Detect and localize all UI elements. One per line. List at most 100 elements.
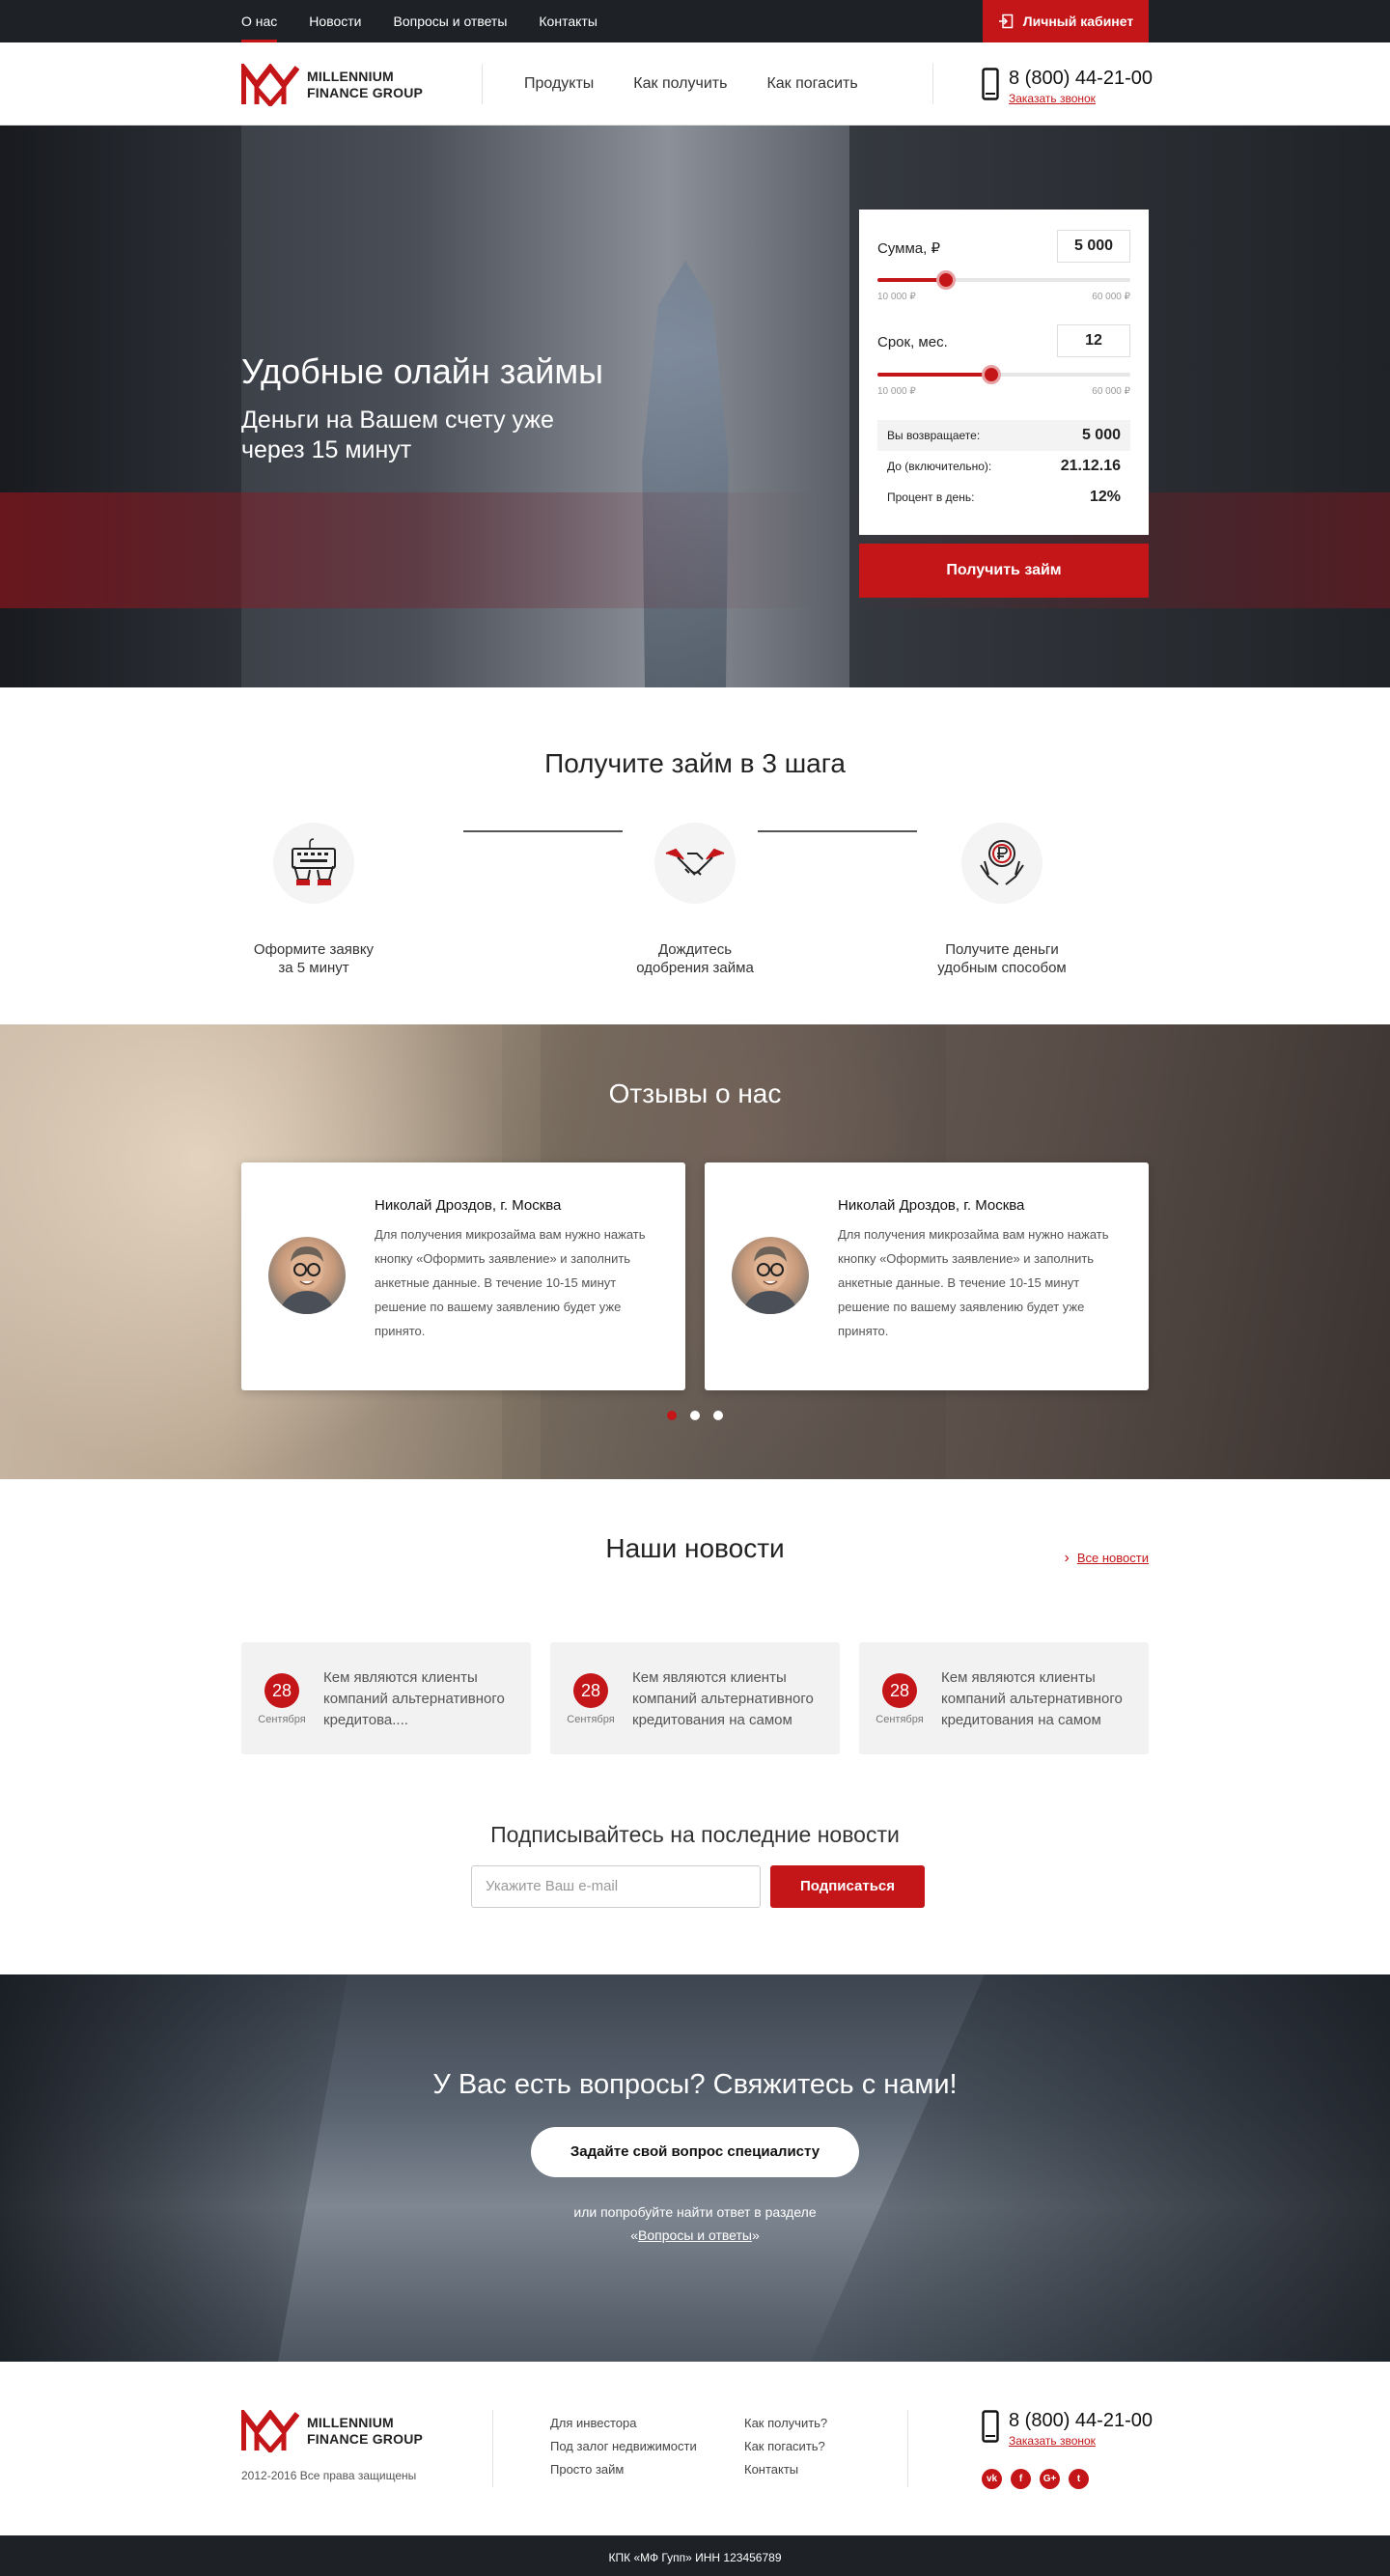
personal-cabinet-button[interactable]: Личный кабинет: [983, 0, 1149, 42]
logo-line2: FINANCE GROUP: [307, 2431, 424, 2447]
amount-input[interactable]: 5 000: [1057, 230, 1130, 263]
rate-label: Процент в день:: [887, 490, 975, 504]
contact-bg-building: [0, 1974, 348, 2362]
quote-open: «: [630, 2227, 639, 2243]
step-receive-text: Получите деньги удобным способом: [905, 940, 1098, 977]
review-text: Для получения микрозайма вам нужно нажат…: [375, 1227, 646, 1338]
social-links: vk f G+ t: [982, 2469, 1089, 2489]
step-receive-line2: удобным способом: [937, 960, 1067, 976]
handshake-icon: [654, 823, 736, 904]
email-input[interactable]: Укажите Ваш e-mail: [471, 1865, 761, 1908]
summary-return: Вы возвращаете: 5 000: [877, 420, 1130, 451]
carousel-dot-1[interactable]: [667, 1411, 677, 1420]
news-card[interactable]: 28 Сентября Кем являются клиенты компани…: [859, 1642, 1149, 1754]
copyright: 2012-2016 Все права защищены: [241, 2469, 417, 2482]
header-phone: 8 (800) 44-21-00 Заказать звонок: [982, 68, 1153, 105]
all-news-link[interactable]: Все новости: [1065, 1550, 1149, 1567]
top-nav-contacts[interactable]: Контакты: [539, 0, 597, 42]
news-card[interactable]: 28 Сентября Кем являются клиенты компани…: [241, 1642, 531, 1754]
footer-link[interactable]: Как погасить?: [744, 2435, 827, 2458]
divider: [482, 64, 483, 104]
logo-mark-icon: [241, 64, 299, 106]
top-nav-faq[interactable]: Вопросы и ответы: [394, 0, 508, 42]
review-text: Для получения микрозайма вам нужно нажат…: [838, 1227, 1109, 1338]
subscribe-button[interactable]: Подписаться: [770, 1865, 925, 1908]
phone-number[interactable]: 8 (800) 44-21-00: [1009, 68, 1153, 90]
step-approval-text: Дождитесь одобрения займа: [598, 940, 792, 977]
review-author: Николай Дроздов, г. Москва: [375, 1197, 562, 1214]
hero-subtitle: Деньги на Вашем счету уже через 15 минут: [241, 406, 554, 463]
footer-links-col1: Для инвестора Под залог недвижимости Про…: [550, 2412, 697, 2481]
facebook-icon[interactable]: f: [1011, 2469, 1031, 2489]
top-nav-news[interactable]: Новости: [309, 0, 361, 42]
step-apply: Оформите заявку за 5 минут: [217, 823, 410, 977]
top-nav-about[interactable]: О нас: [241, 0, 278, 42]
return-label: Вы возвращаете:: [887, 429, 981, 442]
carousel-dot-3[interactable]: [713, 1411, 723, 1420]
loan-summary: Вы возвращаете: 5 000 До (включительно): 2…: [877, 420, 1130, 513]
term-slider[interactable]: [877, 365, 1130, 384]
news-date-day: 28: [264, 1673, 299, 1708]
review-author: Николай Дроздов, г. Москва: [838, 1197, 1025, 1214]
divider: [932, 64, 933, 104]
phone-icon: [982, 68, 999, 100]
money-hands-icon: [961, 823, 1042, 904]
news-date-day: 28: [573, 1673, 608, 1708]
keyboard-icon: [273, 823, 354, 904]
amount-slider-handle[interactable]: [935, 270, 956, 290]
until-value: 21.12.16: [1060, 458, 1121, 474]
footer-link[interactable]: Контакты: [744, 2458, 827, 2481]
term-range: 10 000 ₽ 60 000 ₽: [877, 386, 1130, 397]
bottom-bar: КПК «МФ Гупп» ИНН 123456789: [0, 2535, 1390, 2576]
nav-products[interactable]: Продукты: [524, 75, 594, 93]
term-slider-fill: [877, 373, 991, 377]
summary-rate: Процент в день: 12%: [877, 482, 1130, 513]
personal-cabinet-label: Личный кабинет: [1022, 14, 1134, 29]
ask-question-button[interactable]: Задайте свой вопрос специалисту: [531, 2127, 859, 2177]
step-apply-text: Оформите заявку за 5 минут: [217, 940, 410, 977]
footer-link[interactable]: Просто займ: [550, 2458, 697, 2481]
contact-title: У Вас есть вопросы? Свяжитесь с нами!: [432, 2069, 958, 2100]
step-receive: Получите деньги удобным способом: [905, 823, 1098, 977]
faq-link[interactable]: Вопросы и ответы: [638, 2227, 752, 2243]
logo-line1: MILLENNIUM: [307, 69, 394, 84]
callback-link[interactable]: Заказать звонок: [1009, 92, 1096, 105]
vk-icon[interactable]: vk: [982, 2469, 1002, 2489]
term-slider-handle[interactable]: [981, 365, 1001, 384]
footer-phone: 8 (800) 44-21-00 Заказать звонок: [982, 2410, 1153, 2448]
get-loan-button[interactable]: Получить займ: [859, 544, 1149, 598]
footer-link[interactable]: Под залог недвижимости: [550, 2435, 697, 2458]
nav-how-to-get[interactable]: Как получить: [633, 75, 727, 93]
step-approval: Дождитесь одобрения займа: [598, 823, 792, 977]
footer-link[interactable]: Как получить?: [744, 2412, 827, 2435]
summary-until: До (включительно): 21.12.16: [877, 451, 1130, 482]
company-info: КПК «МФ Гупп» ИНН 123456789: [608, 2551, 782, 2564]
news-text: Кем являются клиенты компаний альтернати…: [632, 1669, 814, 1728]
logo-line2: FINANCE GROUP: [307, 85, 424, 100]
hero-title: Удобные олайн займы: [241, 351, 603, 391]
footer-link[interactable]: Для инвестора: [550, 2412, 697, 2435]
news-section: Наши новости Все новости 28 Сентября Кем…: [0, 1479, 1390, 1974]
phone-number[interactable]: 8 (800) 44-21-00: [1009, 2410, 1153, 2432]
logo[interactable]: MILLENNIUM FINANCE GROUP: [241, 64, 423, 106]
google-plus-icon[interactable]: G+: [1040, 2469, 1060, 2489]
contact-bg-building: [811, 1974, 1390, 2362]
nav-how-to-repay[interactable]: Как погасить: [766, 75, 857, 93]
step-apply-line2: за 5 минут: [278, 960, 349, 976]
amount-label: Сумма, ₽: [877, 240, 941, 257]
logo-mark-icon: [241, 2410, 299, 2452]
footer-logo[interactable]: MILLENNIUM FINANCE GROUP: [241, 2410, 423, 2452]
twitter-icon[interactable]: t: [1069, 2469, 1089, 2489]
term-input[interactable]: 12: [1057, 324, 1130, 357]
callback-link[interactable]: Заказать звонок: [1009, 2434, 1096, 2448]
carousel-dot-2[interactable]: [690, 1411, 700, 1420]
news-date-month: Сентября: [258, 1714, 306, 1725]
step-apply-line1: Оформите заявку: [253, 941, 375, 958]
main-nav: Продукты Как получить Как погасить: [524, 42, 858, 126]
step-receive-line1: Получите деньги: [945, 941, 1059, 958]
news-card[interactable]: 28 Сентября Кем являются клиенты компани…: [550, 1642, 840, 1754]
rate-value: 12%: [1089, 489, 1121, 505]
amount-slider[interactable]: [877, 270, 1130, 290]
contact-section: У Вас есть вопросы? Свяжитесь с нами! За…: [0, 1974, 1390, 2362]
site-footer: MILLENNIUM FINANCE GROUP 2012-2016 Все пр…: [0, 2362, 1390, 2535]
